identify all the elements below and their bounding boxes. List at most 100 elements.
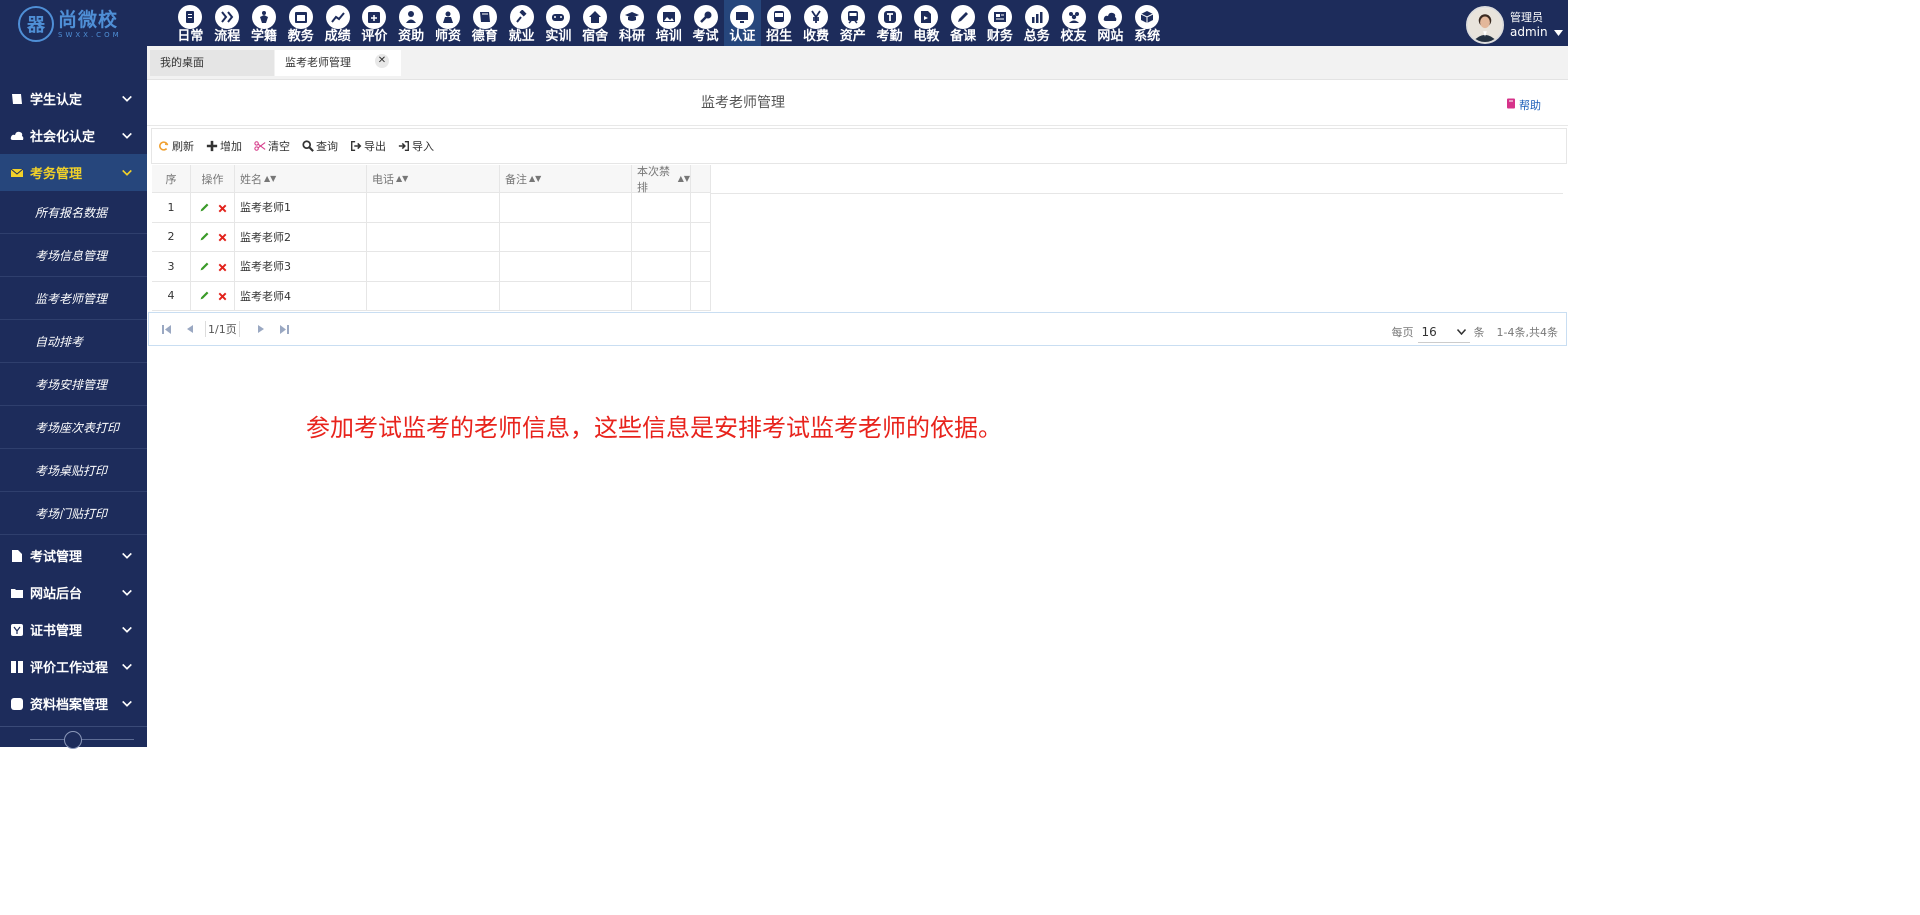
row-number: 4 — [152, 281, 191, 310]
sidebar-group[interactable]: 评价工作过程 — [0, 648, 147, 685]
table-row[interactable]: 3 监考老师3 — [152, 252, 711, 282]
delete-icon[interactable] — [218, 262, 227, 272]
col-header-note[interactable]: 备注 ▲▼ — [500, 165, 632, 192]
sidebar-group-label: 网站后台 — [30, 587, 83, 602]
col-header-name[interactable]: 姓名 ▲▼ — [235, 165, 367, 192]
sidebar-sub-item[interactable]: 自动排考 — [0, 320, 147, 363]
col-header-exclude[interactable]: 本次禁排 ▲▼ — [632, 165, 691, 194]
sidebar-group[interactable]: 考试管理 — [0, 537, 147, 574]
sidebar-sub-item[interactable]: 考场安排管理 — [0, 363, 147, 406]
sidebar-group[interactable]: 考务管理 — [0, 154, 147, 191]
import-button[interactable]: 导入 — [398, 138, 434, 154]
module-23[interactable]: 总务 — [1018, 0, 1055, 46]
sidebar-group-label: 评价工作过程 — [30, 661, 109, 676]
import-icon — [398, 140, 412, 152]
search-button[interactable]: 查询 — [302, 138, 338, 154]
sidebar-group[interactable]: 学生认定 — [0, 80, 147, 117]
first-page-icon[interactable] — [159, 322, 173, 336]
module-5[interactable]: 评价 — [356, 0, 393, 46]
module-12[interactable]: 科研 — [614, 0, 651, 46]
module-16[interactable]: 招生 — [761, 0, 798, 46]
module-1[interactable]: 流程 — [209, 0, 246, 46]
sidebar-sub-item[interactable]: 所有报名数据 — [0, 191, 147, 234]
module-0[interactable]: 日常 — [172, 0, 209, 46]
module-10[interactable]: 实训 — [540, 0, 577, 46]
avatar[interactable] — [1466, 6, 1504, 44]
delete-icon[interactable] — [218, 203, 227, 213]
help-link[interactable]: 帮助 — [1506, 97, 1541, 113]
scissors-button[interactable]: 清空 — [254, 138, 290, 154]
per-page-select[interactable]: 16 — [1417, 321, 1470, 343]
cloud-icon — [10, 129, 24, 143]
pencil-icon[interactable] — [199, 202, 210, 213]
module-18[interactable]: 资产 — [834, 0, 871, 46]
module-label: 资产 — [839, 29, 866, 44]
cell-phone — [367, 252, 500, 281]
module-label: 招生 — [766, 29, 793, 44]
sidebar-group[interactable]: 资料档案管理 — [0, 685, 147, 722]
sidebar-group[interactable]: 证书管理 — [0, 611, 147, 648]
last-page-icon[interactable] — [278, 322, 292, 336]
toolbar-label: 增加 — [220, 140, 242, 153]
module-7[interactable]: 师资 — [430, 0, 467, 46]
tab-my-desktop[interactable]: 我的桌面 — [150, 50, 274, 76]
module-3[interactable]: 教务 — [282, 0, 319, 46]
table-row[interactable]: 4 监考老师4 — [152, 281, 711, 311]
cell-note — [500, 252, 632, 281]
user-menu[interactable]: 管理员 admin — [1466, 6, 1563, 44]
export-button[interactable]: 导出 — [350, 138, 386, 154]
sort-icon: ▲▼ — [677, 174, 690, 183]
sidebar-group-label: 社会化认定 — [30, 130, 96, 145]
sidebar-sub-item[interactable]: 考场信息管理 — [0, 234, 147, 277]
module-13[interactable]: 培训 — [650, 0, 687, 46]
module-15[interactable]: 认证 — [723, 0, 761, 46]
table-row[interactable]: 1 监考老师1 — [152, 193, 711, 223]
caret-down-icon[interactable] — [1553, 25, 1563, 39]
module-22[interactable]: 财务 — [982, 0, 1019, 46]
slider-knob[interactable] — [64, 731, 82, 749]
col-header-phone[interactable]: 电话 ▲▼ — [367, 165, 500, 192]
chevron-down-icon — [121, 130, 133, 142]
sidebar-group-label: 考试管理 — [30, 550, 83, 565]
delete-icon[interactable] — [218, 232, 227, 242]
module-label: 流程 — [214, 29, 241, 44]
pencil-icon[interactable] — [199, 290, 210, 301]
close-icon[interactable]: ✕ — [375, 54, 389, 68]
plus-button[interactable]: 增加 — [206, 138, 242, 154]
module-26[interactable]: 系统 — [1129, 0, 1166, 46]
sidebar-collapse-slider[interactable] — [0, 726, 147, 749]
module-9[interactable]: 就业 — [503, 0, 540, 46]
module-6[interactable]: 资助 — [393, 0, 430, 46]
module-17[interactable]: 收费 — [798, 0, 835, 46]
delete-icon[interactable] — [218, 291, 227, 301]
sidebar-sub-item[interactable]: 考场座次表打印 — [0, 406, 147, 449]
annotation-text: 参加考试监考的老师信息，这些信息是安排考试监考老师的依据。 — [306, 414, 1002, 442]
module-4[interactable]: 成绩 — [319, 0, 356, 46]
module-14[interactable]: 考试 — [687, 0, 724, 46]
module-20[interactable]: 电教 — [908, 0, 945, 46]
sidebar-sub-item[interactable]: 监考老师管理 — [0, 277, 147, 320]
folder-icon — [10, 586, 24, 600]
sidebar-sub-item[interactable]: 考场桌贴打印 — [0, 449, 147, 492]
top-navbar: 器 尚微校 SWXX.COM 日常 流程 学籍 教务 成绩 评价 资助 师资 德… — [0, 0, 1568, 46]
logo[interactable]: 器 尚微校 SWXX.COM — [18, 4, 138, 44]
module-24[interactable]: 校友 — [1055, 0, 1092, 46]
sidebar-group[interactable]: 社会化认定 — [0, 117, 147, 154]
refresh-button[interactable]: 刷新 — [158, 138, 194, 154]
edit-icon — [951, 5, 976, 29]
next-page-icon[interactable] — [254, 322, 268, 336]
module-8[interactable]: 德育 — [466, 0, 503, 46]
module-11[interactable]: 宿舍 — [577, 0, 614, 46]
pencil-icon[interactable] — [199, 261, 210, 272]
prev-page-icon[interactable] — [183, 322, 197, 336]
book-icon — [1506, 98, 1516, 112]
module-21[interactable]: 备课 — [945, 0, 982, 46]
pencil-icon[interactable] — [199, 231, 210, 242]
module-25[interactable]: 网站 — [1092, 0, 1129, 46]
sidebar-sub-item[interactable]: 考场门贴打印 — [0, 492, 147, 535]
file-icon — [10, 549, 24, 563]
sidebar-group[interactable]: 网站后台 — [0, 574, 147, 611]
table-row[interactable]: 2 监考老师2 — [152, 222, 711, 252]
module-2[interactable]: 学籍 — [246, 0, 283, 46]
module-19[interactable]: 考勤 — [871, 0, 908, 46]
